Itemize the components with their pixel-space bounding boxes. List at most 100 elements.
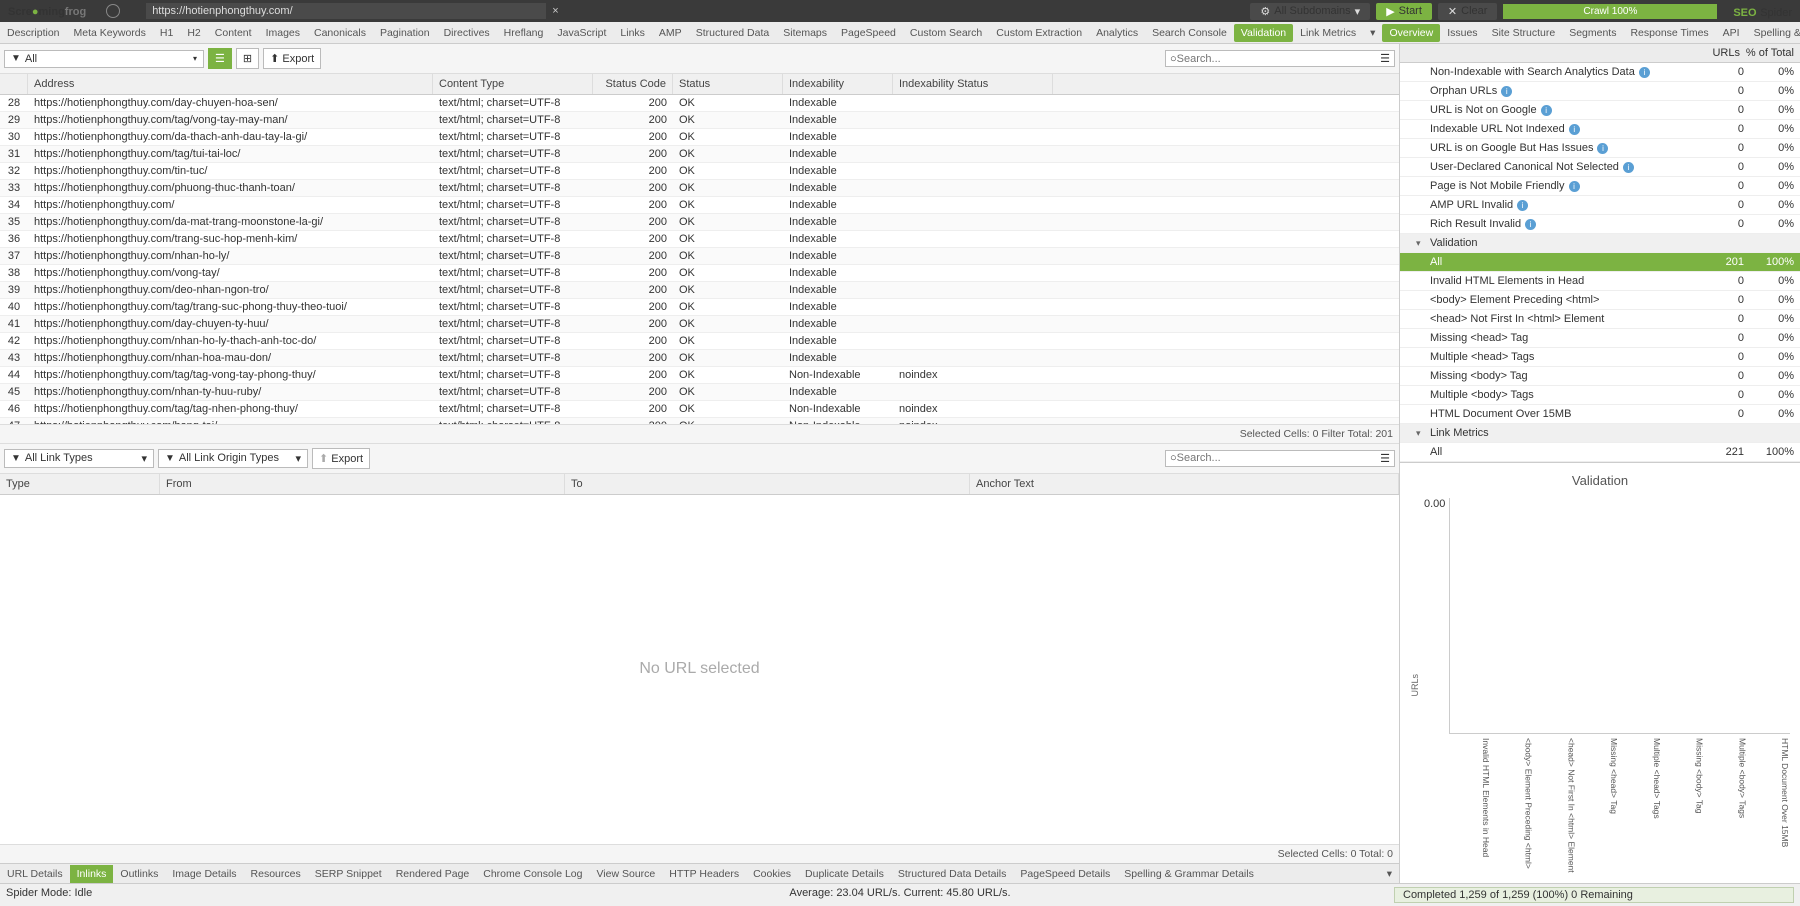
tab-analytics[interactable]: Analytics [1089, 24, 1145, 42]
info-icon[interactable]: i [1541, 105, 1552, 116]
subdomain-dropdown[interactable]: ⚙ All Subdomains ▾ [1250, 3, 1370, 20]
col-status-code[interactable]: Status Code [593, 74, 673, 94]
detail-tab-cookies[interactable]: Cookies [746, 865, 798, 883]
table-row[interactable]: 36https://hotienphongthuy.com/trang-suc-… [0, 231, 1399, 248]
tab-search-console[interactable]: Search Console [1145, 24, 1234, 42]
sub-search-input[interactable]: ○ ☰ [1165, 450, 1395, 467]
table-row[interactable]: 32https://hotienphongthuy.com/tin-tuc/te… [0, 163, 1399, 180]
table-row[interactable]: 44https://hotienphongthuy.com/tag/tag-vo… [0, 367, 1399, 384]
table-row[interactable]: 29https://hotienphongthuy.com/tag/vong-t… [0, 112, 1399, 129]
clear-button[interactable]: ✕ Clear [1438, 3, 1498, 20]
tab-content[interactable]: Content [208, 24, 259, 42]
detail-tab-url-details[interactable]: URL Details [0, 865, 70, 883]
table-row[interactable]: 35https://hotienphongthuy.com/da-mat-tra… [0, 214, 1399, 231]
view-list-icon[interactable]: ☰ [208, 48, 232, 69]
col-address[interactable]: Address [28, 74, 433, 94]
link-metrics-header[interactable]: ▾Link Metrics [1400, 424, 1800, 443]
info-icon[interactable]: i [1569, 124, 1580, 135]
tab-pagination[interactable]: Pagination [373, 24, 437, 42]
table-row[interactable]: 43https://hotienphongthuy.com/nhan-hoa-m… [0, 350, 1399, 367]
overview-row[interactable]: Non-Indexable with Search Analytics Data… [1400, 63, 1800, 82]
overview-row[interactable]: HTML Document Over 15MB00% [1400, 405, 1800, 424]
overview-row[interactable]: AMP URL Invalidi00% [1400, 196, 1800, 215]
overview-row[interactable]: URL is Not on Googlei00% [1400, 101, 1800, 120]
info-icon[interactable]: i [1501, 86, 1512, 97]
detail-tab-image-details[interactable]: Image Details [165, 865, 243, 883]
sub-export-button[interactable]: ⬆ Export [312, 448, 370, 469]
table-row[interactable]: 45https://hotienphongthuy.com/nhan-ty-hu… [0, 384, 1399, 401]
overview-row[interactable]: Rich Result Invalidi00% [1400, 215, 1800, 234]
overview-row[interactable]: Orphan URLsi00% [1400, 82, 1800, 101]
detail-tab-pagespeed-details[interactable]: PageSpeed Details [1013, 865, 1117, 883]
tab-amp[interactable]: AMP [652, 24, 689, 42]
tab-directives[interactable]: Directives [437, 24, 497, 42]
tab-custom-extraction[interactable]: Custom Extraction [989, 24, 1089, 42]
overview-row[interactable]: Multiple <body> Tags00% [1400, 386, 1800, 405]
table-row[interactable]: 33https://hotienphongthuy.com/phuong-thu… [0, 180, 1399, 197]
detail-tab-view-source[interactable]: View Source [589, 865, 662, 883]
tab-spelling-&-gramm[interactable]: Spelling & Gramm [1747, 24, 1800, 42]
detail-tab-serp-snippet[interactable]: SERP Snippet [308, 865, 389, 883]
tab-more-icon[interactable]: ▾ [1363, 24, 1382, 42]
overview-row[interactable]: <body> Element Preceding <html>00% [1400, 291, 1800, 310]
detail-tab-spelling-&-grammar-details[interactable]: Spelling & Grammar Details [1117, 865, 1261, 883]
export-button[interactable]: ⬆ Export [263, 48, 321, 69]
table-row[interactable]: 30https://hotienphongthuy.com/da-thach-a… [0, 129, 1399, 146]
overview-row[interactable]: Missing <body> Tag00% [1400, 367, 1800, 386]
table-row[interactable]: 28https://hotienphongthuy.com/day-chuyen… [0, 95, 1399, 112]
tab-meta-keywords[interactable]: Meta Keywords [67, 24, 153, 42]
tab-overview[interactable]: Overview [1382, 24, 1440, 42]
table-row[interactable]: 46https://hotienphongthuy.com/tag/tag-nh… [0, 401, 1399, 418]
tab-link-metrics[interactable]: Link Metrics [1293, 24, 1363, 42]
url-table[interactable]: Address Content Type Status Code Status … [0, 74, 1399, 424]
tab-custom-search[interactable]: Custom Search [903, 24, 989, 42]
tab-sitemaps[interactable]: Sitemaps [776, 24, 834, 42]
overview-row[interactable]: User-Declared Canonical Not Selectedi00% [1400, 158, 1800, 177]
detail-tab-outlinks[interactable]: Outlinks [113, 865, 165, 883]
col-from[interactable]: From [160, 474, 565, 494]
table-row[interactable]: 31https://hotienphongthuy.com/tag/tui-ta… [0, 146, 1399, 163]
tab-api[interactable]: API [1716, 24, 1747, 42]
info-icon[interactable]: i [1569, 181, 1580, 192]
overview-row[interactable]: URL is on Google But Has Issuesi00% [1400, 139, 1800, 158]
info-icon[interactable]: i [1597, 143, 1608, 154]
tab-images[interactable]: Images [259, 24, 307, 42]
overview-row[interactable]: All221100% [1400, 443, 1800, 462]
table-row[interactable]: 42https://hotienphongthuy.com/nhan-ho-ly… [0, 333, 1399, 350]
table-row[interactable]: 37https://hotienphongthuy.com/nhan-ho-ly… [0, 248, 1399, 265]
close-icon[interactable]: × [552, 5, 558, 17]
overview-row[interactable]: Page is Not Mobile Friendlyi00% [1400, 177, 1800, 196]
detail-tab-structured-data-details[interactable]: Structured Data Details [891, 865, 1014, 883]
overview-row[interactable]: Indexable URL Not Indexedi00% [1400, 120, 1800, 139]
overview-row[interactable]: Missing <head> Tag00% [1400, 329, 1800, 348]
detail-tab-rendered-page[interactable]: Rendered Page [389, 865, 477, 883]
tab-pagespeed[interactable]: PageSpeed [834, 24, 903, 42]
col-indexability[interactable]: Indexability [783, 74, 893, 94]
url-input[interactable] [146, 3, 546, 19]
overview-row[interactable]: Multiple <head> Tags00% [1400, 348, 1800, 367]
tab-validation[interactable]: Validation [1234, 24, 1293, 42]
tab-response-times[interactable]: Response Times [1623, 24, 1715, 42]
overview-row[interactable]: <head> Not First In <html> Element00% [1400, 310, 1800, 329]
validation-header[interactable]: ▾Validation [1400, 234, 1800, 253]
info-icon[interactable]: i [1517, 200, 1528, 211]
tab-description[interactable]: Description [0, 24, 67, 42]
detail-tab-http-headers[interactable]: HTTP Headers [662, 865, 746, 883]
info-icon[interactable]: i [1639, 67, 1650, 78]
col-type[interactable]: Type [0, 474, 160, 494]
detail-tab-inlinks[interactable]: Inlinks [70, 865, 114, 883]
col-num[interactable] [0, 74, 28, 94]
tab-h2[interactable]: H2 [180, 24, 207, 42]
filter-dropdown[interactable]: ▼All▾ [4, 50, 204, 68]
table-row[interactable]: 34https://hotienphongthuy.com/text/html;… [0, 197, 1399, 214]
info-icon[interactable]: i [1525, 219, 1536, 230]
filter-icon[interactable]: ☰ [1380, 52, 1390, 65]
detail-tab-resources[interactable]: Resources [244, 865, 308, 883]
tab-issues[interactable]: Issues [1440, 24, 1484, 42]
col-content-type[interactable]: Content Type [433, 74, 593, 94]
overview-row[interactable]: All201100% [1400, 253, 1800, 272]
tab-more-icon[interactable]: ▾ [1380, 865, 1399, 883]
tab-javascript[interactable]: JavaScript [550, 24, 613, 42]
info-icon[interactable]: i [1623, 162, 1634, 173]
table-row[interactable]: 40https://hotienphongthuy.com/tag/trang-… [0, 299, 1399, 316]
